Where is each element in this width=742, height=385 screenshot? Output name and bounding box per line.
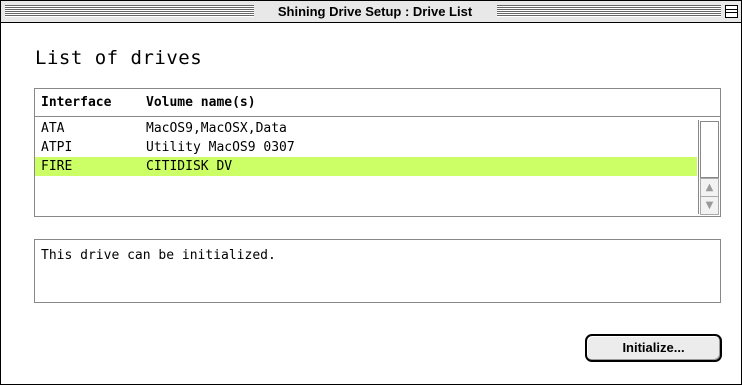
title-bar-stripes-left	[5, 5, 254, 17]
status-message-box: This drive can be initialized.	[34, 239, 721, 303]
window-collapse-box-icon[interactable]	[725, 5, 738, 18]
scroll-up-arrow-icon[interactable]: ▲	[700, 178, 719, 197]
drive-interface: FIRE	[41, 159, 73, 174]
drive-list-header: Interface Volume name(s)	[35, 89, 720, 117]
scrollbar-track[interactable]	[700, 121, 719, 178]
page-heading: List of drives	[35, 47, 203, 69]
title-bar-stripes-right	[497, 5, 721, 17]
title-bar[interactable]: Shining Drive Setup : Drive List	[1, 1, 741, 23]
drive-interface: ATPI	[41, 140, 73, 155]
drive-volumes: CITIDISK DV	[146, 159, 233, 174]
scroll-down-arrow-icon[interactable]: ▼	[700, 196, 719, 215]
drive-row-atpi[interactable]: ATPI Utility MacOS9 0307	[35, 138, 697, 157]
drive-row-ata[interactable]: ATA MacOS9,MacOSX,Data	[35, 119, 697, 138]
column-header-interface: Interface	[41, 95, 112, 110]
setup-window: Shining Drive Setup : Drive List List of…	[0, 0, 742, 385]
window-title: Shining Drive Setup : Drive List	[257, 3, 493, 20]
drive-list: Interface Volume name(s) ATA MacOS9,MacO…	[34, 88, 721, 217]
column-header-volume-names: Volume name(s)	[146, 95, 256, 110]
status-message: This drive can be initialized.	[41, 248, 276, 263]
drive-row-fire-selected[interactable]: FIRE CITIDISK DV	[35, 157, 697, 176]
drive-list-scrollbar[interactable]: ▲ ▼	[698, 120, 719, 215]
drive-interface: ATA	[41, 121, 65, 136]
drive-list-rows: ATA MacOS9,MacOSX,Data ATPI Utility MacO…	[35, 119, 697, 214]
initialize-button[interactable]: Initialize...	[585, 334, 722, 362]
drive-volumes: MacOS9,MacOSX,Data	[146, 121, 287, 136]
drive-volumes: Utility MacOS9 0307	[146, 140, 295, 155]
